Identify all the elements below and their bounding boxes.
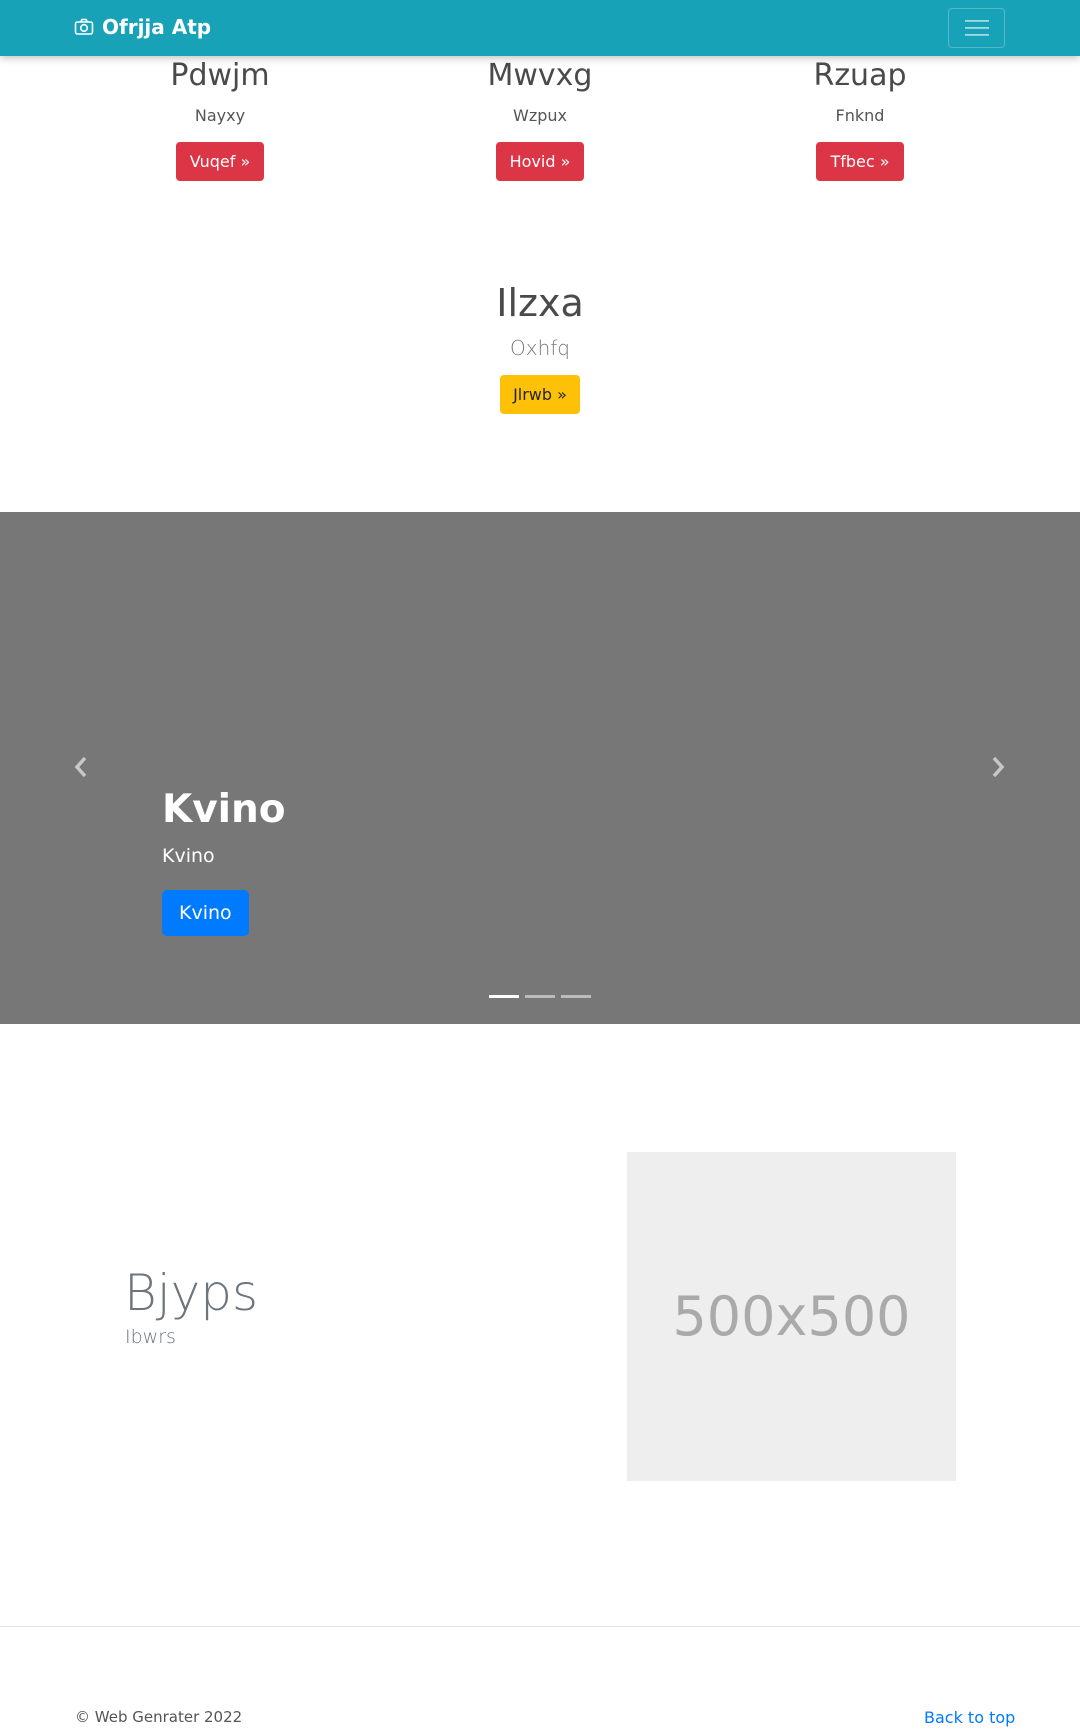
- carousel-button[interactable]: Kvino: [162, 890, 249, 936]
- carousel-prev-button[interactable]: [69, 754, 93, 780]
- footer-copyright: © Web Genrater 2022: [75, 1708, 243, 1726]
- placeholder-image: 500x500: [627, 1152, 956, 1481]
- carousel: Kvino Kvino Kvino: [0, 512, 1080, 1024]
- center-title: Ilzxa: [496, 281, 584, 325]
- chevron-right-icon: [992, 756, 1005, 778]
- column-text: Fnknd: [835, 106, 885, 125]
- column-title: Pdwjm: [170, 58, 270, 93]
- column-2-button[interactable]: Hovid »: [495, 142, 585, 181]
- brand-link[interactable]: Ofrjja Atp: [74, 15, 211, 39]
- feature-column-3: Rzuap Fnknd Tfbec »: [760, 56, 960, 181]
- column-text: Wzpux: [513, 106, 567, 125]
- carousel-text: Kvino: [162, 845, 215, 867]
- column-title: Mwvxg: [487, 58, 593, 93]
- feature-column-1: Pdwjm Nayxy Vuqef »: [120, 56, 320, 181]
- carousel-next-button[interactable]: [986, 754, 1010, 780]
- center-text: Oxhfq: [510, 336, 570, 360]
- navbar: Ofrjja Atp: [0, 0, 1080, 56]
- brand-name: Ofrjja Atp: [102, 15, 212, 39]
- feature-column-2: Mwvxg Wzpux Hovid »: [440, 56, 640, 181]
- carousel-indicator-3[interactable]: [561, 995, 591, 998]
- column-title: Rzuap: [813, 58, 907, 93]
- carousel-title: Kvino: [162, 787, 286, 832]
- back-to-top-link[interactable]: Back to top: [924, 1708, 1015, 1727]
- footer-divider: [0, 1626, 1080, 1627]
- carousel-caption: Kvino Kvino Kvino: [162, 786, 286, 936]
- column-text: Nayxy: [194, 106, 246, 125]
- center-feature: Ilzxa Oxhfq Jlrwb »: [0, 278, 1080, 414]
- placeholder-label: 500x500: [672, 1285, 911, 1348]
- center-button[interactable]: Jlrwb »: [500, 375, 580, 414]
- camera-icon: [74, 18, 94, 35]
- column-1-button[interactable]: Vuqef »: [175, 142, 265, 181]
- column-3-button[interactable]: Tfbec »: [816, 142, 904, 181]
- featurette-heading: Bjyps: [124, 1264, 259, 1322]
- carousel-indicator-2[interactable]: [525, 995, 555, 998]
- carousel-indicator-1[interactable]: [489, 995, 519, 998]
- hamburger-icon: [964, 20, 989, 36]
- featurette-lead: Ibwrs: [125, 1326, 176, 1348]
- carousel-indicators: [489, 995, 591, 998]
- chevron-left-icon: [74, 756, 87, 778]
- navbar-toggler-button[interactable]: [948, 8, 1005, 48]
